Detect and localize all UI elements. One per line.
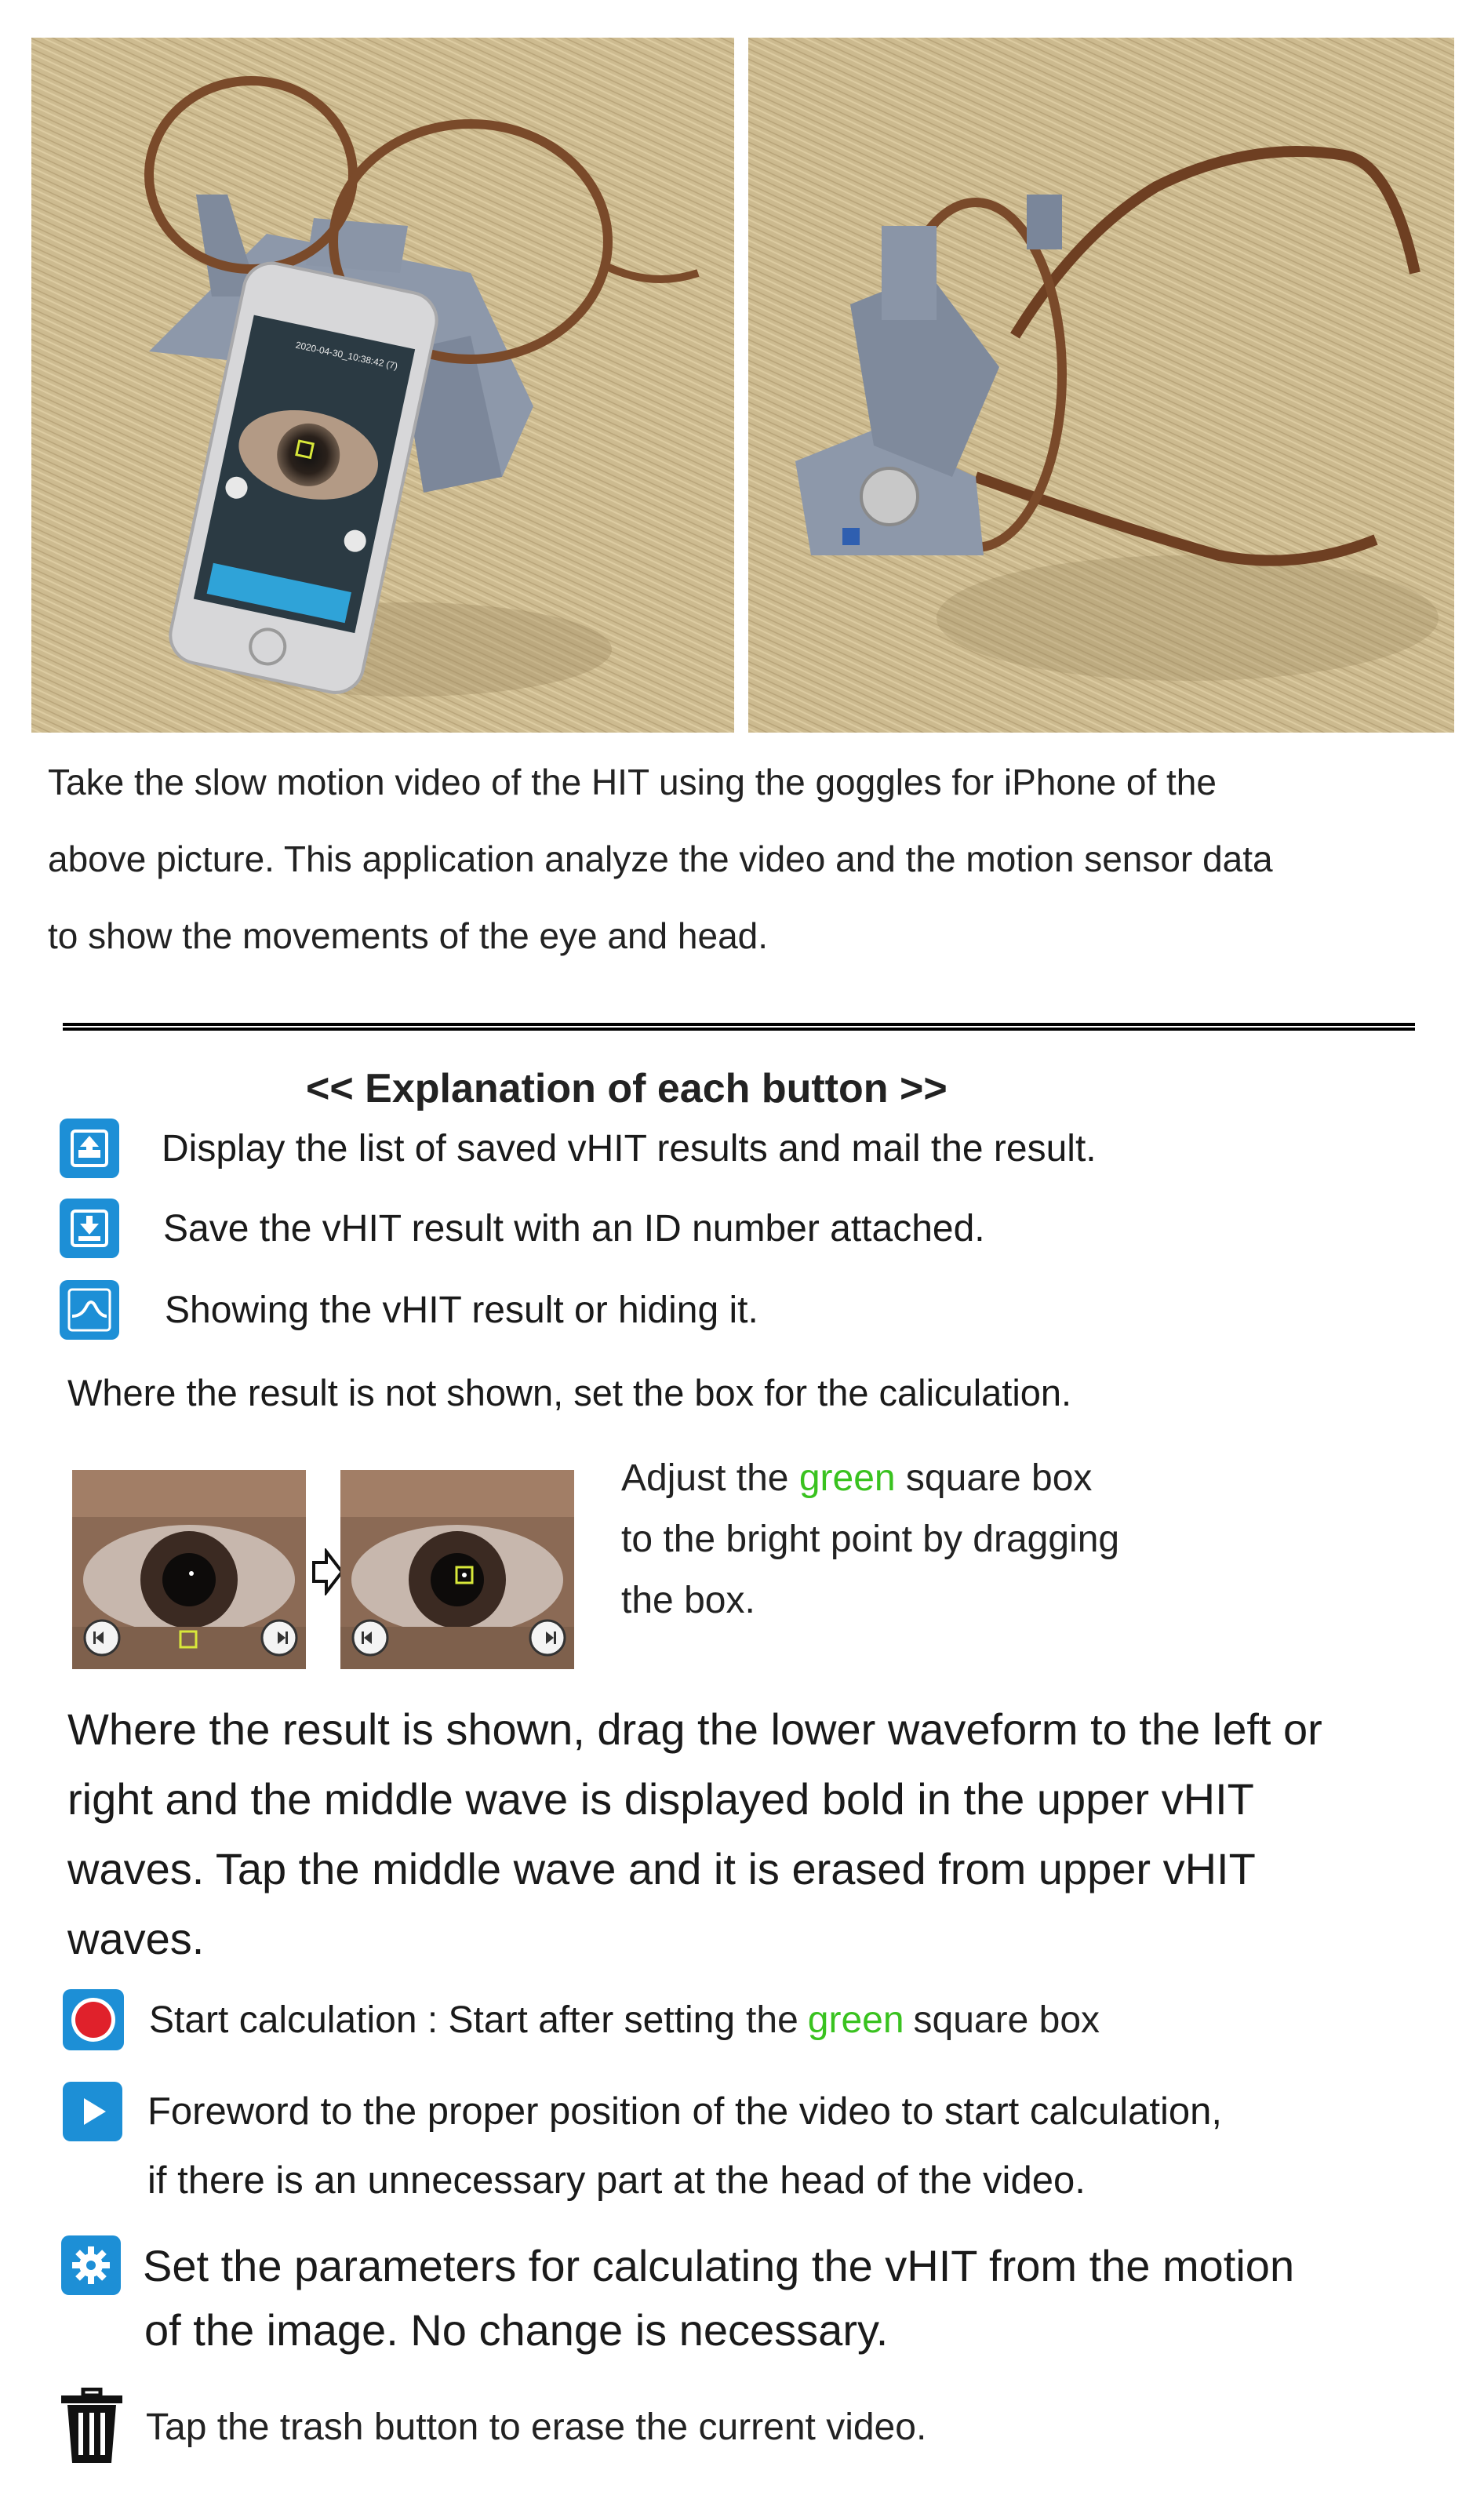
settings-line-2: of the image. No change is necessary. [144,2305,889,2355]
adjust-pre: Adjust the [621,1457,789,1499]
result-note-line: Where the result is shown, drag the lowe… [67,1704,1322,1754]
start-green-word: green [807,1999,904,2041]
trash-row: Tap the trash button to erase the curren… [60,2387,927,2466]
upload-description: Display the list of saved vHIT results a… [162,1127,1097,1170]
result-note-line: right and the middle wave is displayed b… [67,1774,1254,1824]
not-shown-note: Where the result is not shown, set the b… [67,1372,1072,1413]
result-shown-note: Where the result is shown, drag the lowe… [67,1694,1432,1973]
intro-line: to show the movements of the eye and hea… [48,915,769,956]
forward-row: Foreword to the proper position of the v… [63,2082,1222,2141]
settings-row: Set the parameters for calculating the v… [61,2235,1294,2295]
start-pre: Start calculation : Start after setting [149,1999,736,2041]
start-the: the [746,1999,798,2041]
double-rule-divider [63,1023,1415,1031]
intro-text: Take the slow motion video of the HIT us… [48,744,1452,974]
trash-description: Tap the trash button to erase the curren… [146,2406,927,2448]
eye-image-before [72,1470,306,1669]
start-post: square box [913,1999,1100,2041]
adjust-green-word: green [798,1457,896,1499]
wave-icon [60,1280,119,1340]
result-note-line: waves. [67,1914,205,1963]
wave-description: Showing the vHIT result or hiding it. [165,1289,758,1331]
forward-line-1: Foreword to the proper position of the v… [147,2090,1223,2133]
play-icon [63,2082,122,2141]
start-row: Start calculation : Start after setting … [63,1989,1100,2050]
photo-goggles-with-iphone: 2020-04-30_10:38:42 (7) [31,38,734,733]
photo-goggles-side-view [748,38,1454,733]
intro-line: above picture. This application analyze … [48,838,1273,879]
intro-line: Take the slow motion video of the HIT us… [48,762,1217,802]
adjust-line-3: the box. [621,1580,755,1621]
trash-icon [60,2387,124,2466]
record-icon [63,1989,124,2050]
result-note-line: waves. Tap the middle wave and it is era… [67,1844,1256,1893]
download-description: Save the vHIT result with an ID number a… [163,1207,985,1250]
gear-icon [61,2235,121,2295]
settings-line-1: Set the parameters for calculating the v… [143,2240,1295,2290]
arrow-icon [312,1547,344,1599]
adjust-line-2: to the bright point by dragging [621,1519,1120,1560]
download-row: Save the vHIT result with an ID number a… [60,1199,985,1258]
forward-line-2: if there is an unnecessary part at the h… [147,2159,1086,2202]
button-explanation-list: Display the list of saved vHIT results a… [60,1119,1097,1178]
download-icon [60,1199,119,1258]
adjust-instructions: Adjust the green square box to the brigh… [621,1448,1119,1632]
upload-icon [60,1119,119,1178]
section-heading: << Explanation of each button >> [306,1066,948,1111]
adjust-post: square box [905,1457,1093,1499]
wave-row: Showing the vHIT result or hiding it. [60,1280,758,1340]
eye-image-after [340,1470,574,1669]
adjust-line-1: Adjust the green square box [621,1448,1119,1509]
